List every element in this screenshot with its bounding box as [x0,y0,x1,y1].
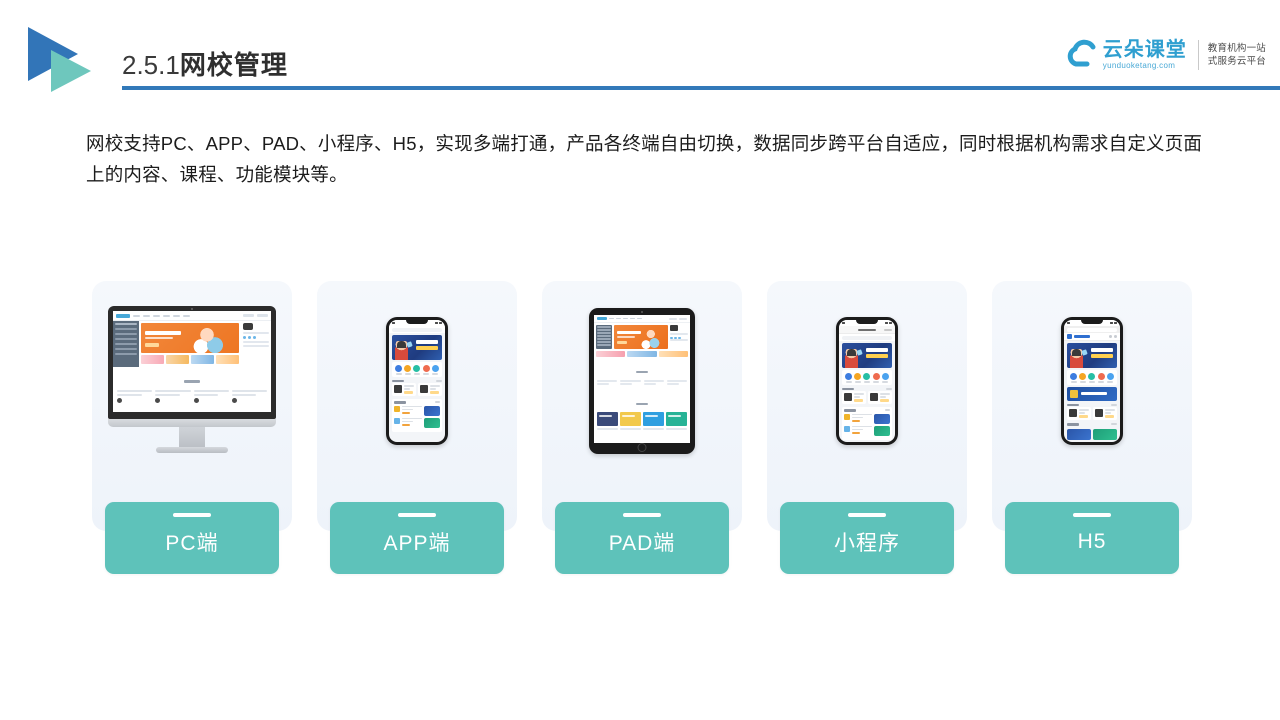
page-title: 2.5.1 网校管理 [122,45,288,82]
platform-card-pc[interactable]: PC端 [92,281,292,574]
monitor-stand-neck [179,427,205,447]
cloud-logo-icon [1067,39,1101,71]
brand-tagline-line1: 教育机构一站 [1207,43,1266,54]
slide-title-text: 网校管理 [179,50,288,80]
double-triangle-play-icon [28,27,114,93]
brand-divider [1197,40,1199,70]
monitor-stand-base [156,447,228,453]
desktop-monitor-icon [92,281,292,481]
platform-label-text: APP端 [383,532,451,555]
miniprogram-titlebar [839,326,895,334]
label-dash-accent [173,513,211,517]
platform-label-text: PC端 [165,532,219,555]
platform-card-app[interactable]: APP端 [317,281,517,574]
phone-notch [856,320,878,324]
platform-label-text: H5 [1077,530,1107,553]
platform-card-miniapp[interactable]: 小程序 [767,281,967,574]
brand-wordmark: 云朵课堂 yunduoketang.com [1102,38,1187,71]
label-dash-accent [848,513,886,517]
brand-name: 云朵课堂 [1102,38,1187,61]
label-dash-accent [1073,513,1111,517]
phone-notch [406,320,428,324]
smartphone-icon [317,281,517,481]
platform-label-app[interactable]: APP端 [330,502,504,574]
slide-header: 2.5.1 网校管理 云朵课堂 yunduoketang.com 教育机构一站 … [0,0,1280,100]
webcam-dot [191,308,193,310]
brand-mark: 云朵课堂 yunduoketang.com [1067,39,1187,71]
slide-number: 2.5.1 [122,50,180,80]
brand-domain: yunduoketang.com [1102,60,1176,70]
triangle-teal-shape [51,50,91,92]
tablet-camera-dot [641,311,643,313]
platform-card-pad[interactable]: PAD端 [542,281,742,574]
platform-label-h5[interactable]: H5 [1005,502,1179,574]
label-dash-accent [398,513,436,517]
platform-label-pc[interactable]: PC端 [105,502,279,574]
brand-tagline-line2: 式服务云平台 [1207,56,1266,67]
tablet-home-button[interactable] [637,443,647,452]
browser-address-bar[interactable] [1064,326,1120,333]
platform-label-pad[interactable]: PAD端 [555,502,729,574]
platform-label-miniapp[interactable]: 小程序 [780,502,954,574]
brand-tagline: 教育机构一站 式服务云平台 [1208,42,1266,68]
title-underline-rule [122,86,1280,90]
smartphone-icon [992,281,1192,481]
platform-label-text: 小程序 [834,532,900,555]
brand-logo: 云朵课堂 yunduoketang.com 教育机构一站 式服务云平台 [1067,34,1266,76]
platform-card-row: PC端 APP端 PAD端 小程序 H5 [92,281,1192,581]
monitor-chin [108,419,276,427]
platform-label-text: PAD端 [608,532,676,555]
description-paragraph: 网校支持PC、APP、PAD、小程序、H5，实现多端打通，产品各终端自由切换，数… [86,133,1203,185]
platform-card-h5[interactable]: H5 [992,281,1192,574]
tablet-icon [542,281,742,481]
smartphone-icon [767,281,967,481]
label-dash-accent [623,513,661,517]
phone-notch [1081,320,1103,324]
